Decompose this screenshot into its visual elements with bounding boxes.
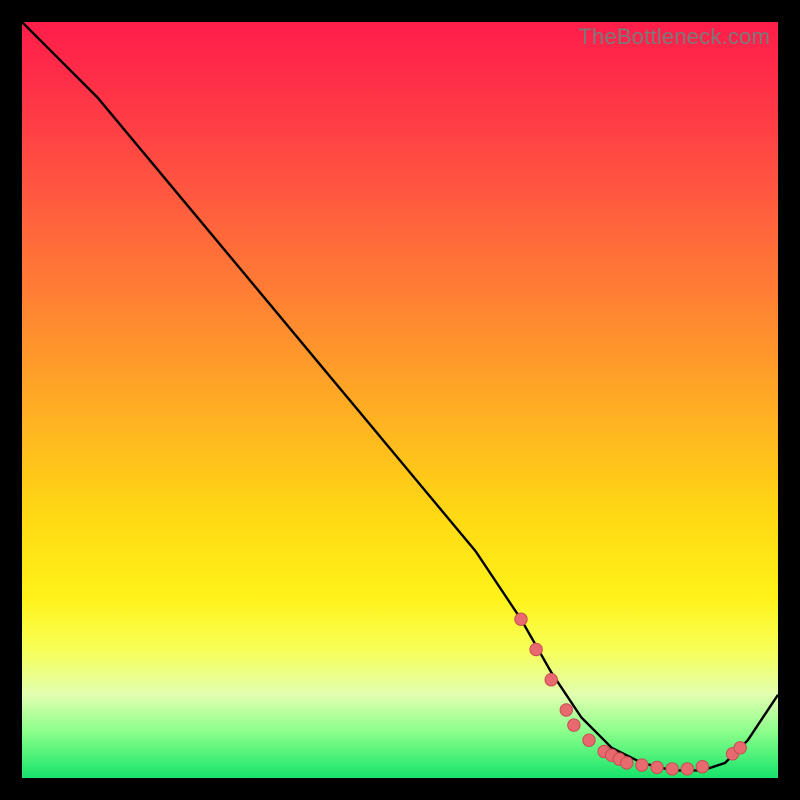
curve-marker (621, 757, 633, 769)
curve-marker (530, 643, 542, 655)
curve-marker (734, 742, 746, 754)
curve-layer (22, 22, 778, 778)
curve-marker (681, 763, 693, 775)
curve-marker (515, 613, 527, 625)
curve-marker (636, 759, 648, 771)
curve-marker (545, 674, 557, 686)
bottleneck-curve (22, 22, 778, 770)
curve-marker (568, 719, 580, 731)
chart-frame: TheBottleneck.com (0, 0, 800, 800)
curve-marker (651, 761, 663, 773)
curve-marker (560, 704, 572, 716)
curve-marker (666, 763, 678, 775)
curve-marker (583, 734, 595, 746)
curve-marker (696, 761, 708, 773)
plot-area: TheBottleneck.com (22, 22, 778, 778)
curve-markers (515, 613, 747, 775)
